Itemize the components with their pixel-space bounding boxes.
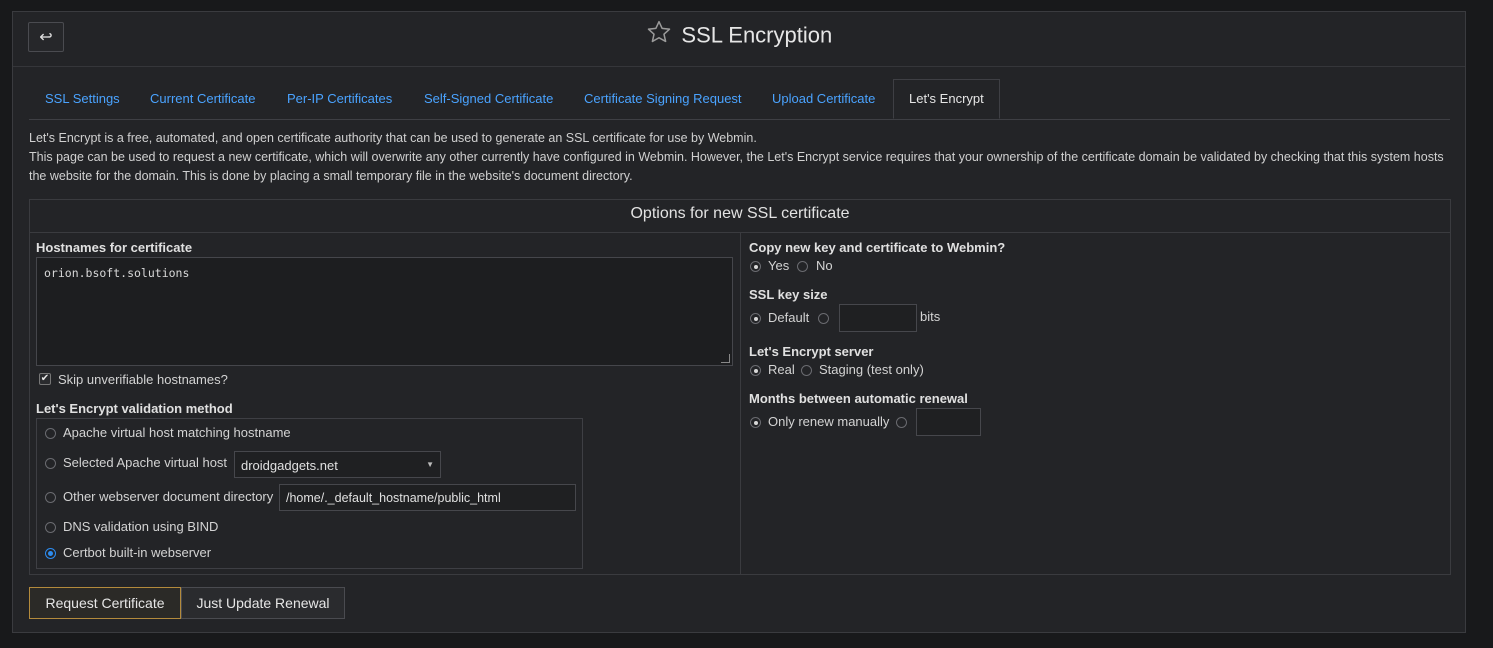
tab-ssl-settings[interactable]: SSL Settings: [45, 91, 120, 106]
intro-line-1: Let's Encrypt is a free, automated, and …: [29, 131, 757, 145]
column-divider: [740, 232, 741, 574]
tab-upload-certificate[interactable]: Upload Certificate: [772, 91, 875, 106]
radio-renew-months[interactable]: [896, 417, 907, 428]
options-title: Options for new SSL certificate: [30, 200, 1450, 233]
star-icon[interactable]: [646, 19, 672, 48]
apache-selected-label: Selected Apache virtual host: [63, 455, 228, 470]
tab-lets-encrypt[interactable]: Let's Encrypt: [893, 79, 1000, 119]
renew-months-input[interactable]: [916, 408, 981, 436]
resize-handle-icon[interactable]: [721, 354, 730, 363]
radio-apache-match[interactable]: [45, 428, 56, 439]
radio-dns[interactable]: [45, 522, 56, 533]
title-area: SSL Encryption: [13, 19, 1465, 50]
page-title: SSL Encryption: [681, 22, 833, 48]
skip-unverifiable-label: Skip unverifiable hostnames?: [58, 372, 228, 387]
request-certificate-button[interactable]: Request Certificate: [29, 587, 181, 619]
tab-self-signed-certificate[interactable]: Self-Signed Certificate: [424, 91, 553, 106]
copy-label: Copy new key and certificate to Webmin?: [749, 240, 1006, 255]
radio-certbot[interactable]: [45, 548, 56, 559]
keysize-input[interactable]: [839, 304, 917, 332]
apache-vhost-select[interactable]: droidgadgets.net ▼: [234, 451, 441, 478]
hostnames-label: Hostnames for certificate: [36, 240, 193, 255]
intro-text: Let's Encrypt is a free, automated, and …: [29, 129, 1445, 186]
other-dir-input[interactable]: /home/._default_hostname/public_html: [279, 484, 576, 511]
server-label: Let's Encrypt server: [749, 344, 874, 359]
radio-server-real[interactable]: [750, 365, 761, 376]
dns-label: DNS validation using BIND: [63, 519, 219, 534]
intro-line-2: This page can be used to request a new c…: [29, 150, 1444, 183]
copy-yes-label: Yes: [768, 258, 790, 273]
hostnames-value: orion.bsoft.solutions: [44, 266, 190, 280]
tab-bar: SSL Settings Current Certificate Per-IP …: [29, 79, 1450, 120]
main-panel: ↩ SSL Encryption SSL Settings Current Ce…: [12, 11, 1466, 633]
page-header: ↩ SSL Encryption: [13, 12, 1465, 67]
skip-unverifiable-checkbox[interactable]: ✔: [39, 373, 51, 385]
radio-copy-no[interactable]: [797, 261, 808, 272]
tab-per-ip-certificates[interactable]: Per-IP Certificates: [287, 91, 392, 106]
certbot-label: Certbot built-in webserver: [63, 545, 212, 560]
radio-copy-yes[interactable]: [750, 261, 761, 272]
radio-keysize-default[interactable]: [750, 313, 761, 324]
validation-label: Let's Encrypt validation method: [36, 401, 233, 416]
radio-other-dir[interactable]: [45, 492, 56, 503]
renew-manual-label: Only renew manually: [768, 414, 890, 429]
options-box: Options for new SSL certificate Hostname…: [29, 199, 1451, 575]
server-staging-label: Staging (test only): [819, 362, 924, 377]
radio-renew-manual[interactable]: [750, 417, 761, 428]
radio-keysize-custom[interactable]: [818, 313, 829, 324]
tab-certificate-signing-request[interactable]: Certificate Signing Request: [584, 91, 742, 106]
radio-apache-selected[interactable]: [45, 458, 56, 469]
other-dir-label: Other webserver document directory: [63, 489, 274, 504]
other-dir-value: /home/._default_hostname/public_html: [286, 491, 501, 505]
chevron-down-icon: ▼: [426, 460, 434, 469]
validation-methods: Apache virtual host matching hostname Se…: [36, 418, 583, 569]
tab-current-certificate[interactable]: Current Certificate: [150, 91, 255, 106]
hostnames-textarea[interactable]: orion.bsoft.solutions: [36, 257, 733, 366]
renew-label: Months between automatic renewal: [749, 391, 968, 406]
apache-vhost-value: droidgadgets.net: [241, 458, 338, 473]
keysize-label: SSL key size: [749, 287, 828, 302]
keysize-default-label: Default: [768, 310, 810, 325]
apache-match-label: Apache virtual host matching hostname: [63, 425, 291, 440]
radio-server-staging[interactable]: [801, 365, 812, 376]
server-real-label: Real: [768, 362, 795, 377]
copy-no-label: No: [816, 258, 833, 273]
keysize-unit: bits: [920, 309, 941, 324]
update-renewal-button[interactable]: Just Update Renewal: [181, 587, 345, 619]
